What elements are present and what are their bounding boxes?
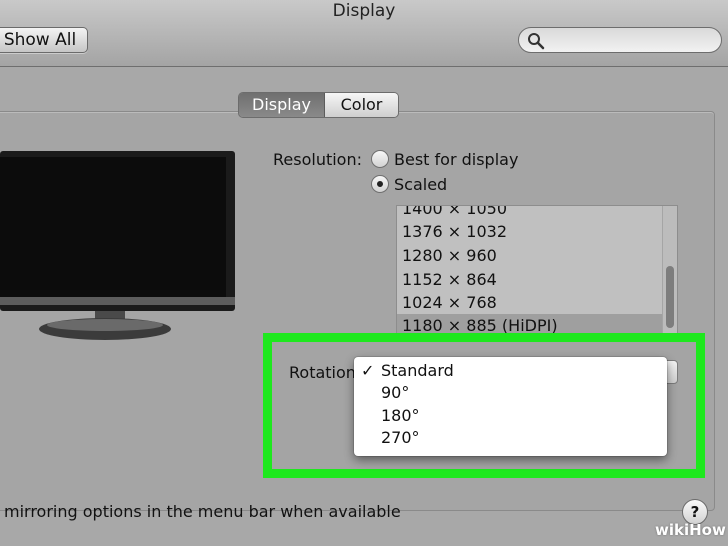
rotation-label: Rotation	[289, 363, 356, 382]
show-all-button[interactable]: Show All	[0, 27, 88, 53]
scaled-label: Scaled	[394, 175, 448, 194]
scrollbar-thumb[interactable]	[666, 266, 674, 328]
tab-display[interactable]: Display	[239, 93, 325, 117]
best-for-display-label: Best for display	[394, 150, 519, 169]
rotation-option-standard[interactable]: ✓ Standard	[354, 360, 667, 382]
mirroring-option-text[interactable]: mirroring options in the menu bar when a…	[4, 502, 401, 521]
resolution-scrollbar[interactable]	[662, 206, 677, 336]
watermark-part1: wiki	[655, 521, 690, 539]
search-icon	[528, 33, 545, 50]
menu-item-label: 180°	[381, 406, 420, 425]
resolution-list[interactable]: 1400 × 1050 1376 × 1032 1280 × 960 1152 …	[396, 205, 678, 337]
window-titlebar: Display Show All	[0, 0, 728, 67]
checkmark-icon: ✓	[361, 361, 375, 380]
wikihow-watermark: wikiHow	[655, 521, 726, 539]
rotation-option-180[interactable]: 180°	[354, 405, 667, 427]
menu-item-label: 270°	[381, 428, 420, 447]
radio-best-for-display[interactable]	[371, 150, 389, 168]
rotation-option-270[interactable]: 270°	[354, 427, 667, 449]
search-input[interactable]	[518, 27, 722, 53]
resolution-label: Resolution:	[273, 150, 362, 169]
resolution-option[interactable]: 1024 × 768	[397, 291, 666, 314]
radio-scaled[interactable]	[371, 175, 389, 193]
resolution-option[interactable]: 1400 × 1050	[397, 206, 666, 220]
rotation-dropdown-menu: ✓ Standard 90° 180° 270°	[354, 357, 667, 456]
resolution-option[interactable]: 1280 × 960	[397, 244, 666, 267]
resolution-option[interactable]: 1376 × 1032	[397, 220, 666, 243]
watermark-part2: How	[689, 521, 726, 539]
rotation-option-90[interactable]: 90°	[354, 382, 667, 404]
resolution-option[interactable]: 1152 × 864	[397, 268, 666, 291]
menu-item-label: Standard	[381, 361, 454, 380]
tab-color[interactable]: Color	[325, 93, 398, 117]
window-title: Display	[332, 1, 396, 21]
tab-bar: Display Color	[238, 92, 399, 118]
menu-item-label: 90°	[381, 383, 410, 402]
monitor-icon	[0, 151, 235, 340]
